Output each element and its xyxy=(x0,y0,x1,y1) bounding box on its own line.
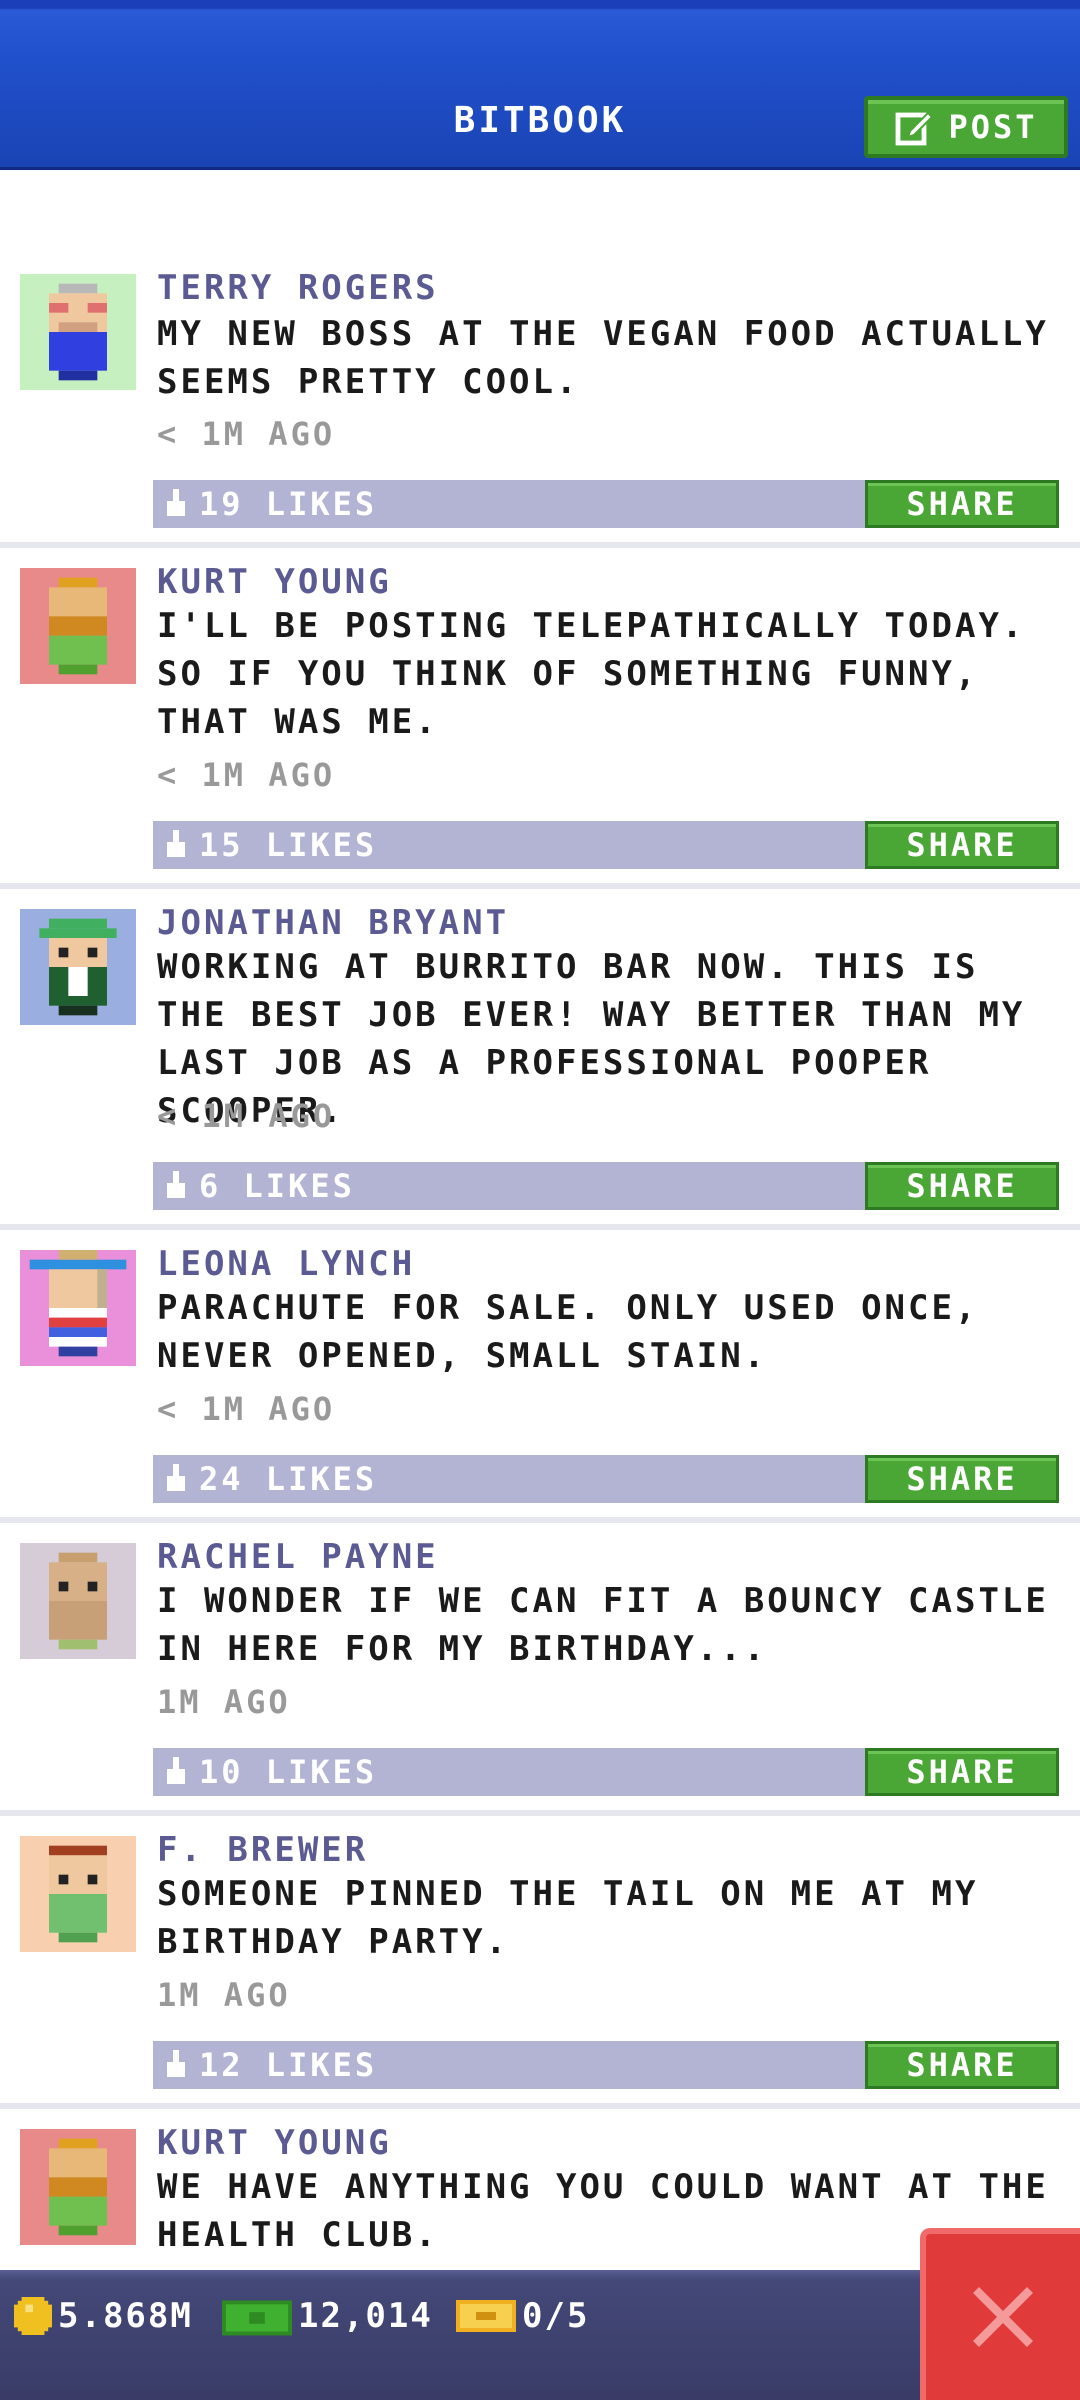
edit-icon xyxy=(896,111,934,146)
close-icon xyxy=(973,2287,1033,2347)
app-header: BITBOOK POST xyxy=(0,0,1080,170)
like-bar[interactable]: 19 LIKES xyxy=(153,480,865,528)
avatar xyxy=(20,909,136,1025)
post-time: 1M AGO xyxy=(157,1683,291,1721)
avatar xyxy=(20,1836,136,1952)
post-text: SOMEONE PINNED THE TAIL ON ME AT MY BIRT… xyxy=(157,1874,979,1962)
avatar xyxy=(20,1250,136,1366)
bux-stat: 12,014 xyxy=(222,2296,433,2336)
like-bar[interactable]: 6 LIKES xyxy=(153,1162,865,1210)
thumbs-up-icon xyxy=(167,489,185,516)
divider xyxy=(0,542,1080,548)
thumbs-up-icon xyxy=(167,1464,185,1491)
post-button-label: POST xyxy=(948,108,1038,146)
divider xyxy=(0,1810,1080,1816)
like-bar[interactable]: 24 LIKES xyxy=(153,1455,865,1503)
post-text: I WONDER IF WE CAN FIT A BOUNCY CASTLE I… xyxy=(157,1581,1049,1669)
share-button[interactable]: SHARE xyxy=(865,1162,1059,1210)
tickets-stat: 0/5 xyxy=(456,2296,589,2336)
thumbs-up-icon xyxy=(167,2050,185,2077)
avatar xyxy=(20,274,136,390)
coins-stat: 5.868M xyxy=(14,2296,193,2336)
like-count: 19 LIKES xyxy=(199,485,378,523)
divider xyxy=(0,883,1080,889)
post-text: MY NEW BOSS AT THE VEGAN FOOD ACTUALLY S… xyxy=(157,314,1049,402)
post-author[interactable]: LEONA LYNCH xyxy=(157,1244,415,1284)
thumbs-up-icon xyxy=(167,1171,185,1198)
divider xyxy=(0,1224,1080,1230)
like-count: 24 LIKES xyxy=(199,1460,378,1498)
ticket-icon xyxy=(456,2300,516,2332)
like-count: 15 LIKES xyxy=(199,826,378,864)
share-button[interactable]: SHARE xyxy=(865,480,1059,528)
post-text: PARACHUTE FOR SALE. ONLY USED ONCE, NEVE… xyxy=(157,1288,979,1376)
feed[interactable]: TERRY ROGERS MY NEW BOSS AT THE VEGAN FO… xyxy=(0,170,1080,2270)
thumbs-up-icon xyxy=(167,830,185,857)
post-author[interactable]: TERRY ROGERS xyxy=(157,268,439,308)
like-count: 10 LIKES xyxy=(199,1753,378,1791)
share-button[interactable]: SHARE xyxy=(865,2041,1059,2089)
post-author[interactable]: RACHEL PAYNE xyxy=(157,1537,439,1577)
post-author[interactable]: KURT YOUNG xyxy=(157,2123,392,2163)
post-time: < 1M AGO xyxy=(157,756,336,794)
like-count: 6 LIKES xyxy=(199,1167,355,1205)
avatar xyxy=(20,568,136,684)
post-button[interactable]: POST xyxy=(864,96,1068,158)
post-text: I'LL BE POSTING TELEPATHICALLY TODAY. SO… xyxy=(157,606,1026,742)
post-time: < 1M AGO xyxy=(157,415,336,453)
post-time: < 1M AGO xyxy=(157,1390,336,1428)
coins-value: 5.868M xyxy=(58,2296,193,2336)
divider xyxy=(0,2103,1080,2109)
post-author[interactable]: F. BREWER xyxy=(157,1830,368,1870)
tickets-value: 0/5 xyxy=(522,2296,590,2336)
like-bar[interactable]: 10 LIKES xyxy=(153,1748,865,1796)
close-button[interactable] xyxy=(920,2228,1080,2400)
like-count: 12 LIKES xyxy=(199,2046,378,2084)
coin-icon xyxy=(14,2297,52,2335)
like-bar[interactable]: 15 LIKES xyxy=(153,821,865,869)
post-author[interactable]: JONATHAN BRYANT xyxy=(157,903,509,943)
divider xyxy=(0,1517,1080,1523)
share-button[interactable]: SHARE xyxy=(865,821,1059,869)
post-time: 1M AGO xyxy=(157,1976,291,2014)
share-button[interactable]: SHARE xyxy=(865,1748,1059,1796)
post-time: < 1M AGO xyxy=(157,1097,336,1135)
avatar xyxy=(20,1543,136,1659)
post-author[interactable]: KURT YOUNG xyxy=(157,562,392,602)
thumbs-up-icon xyxy=(167,1757,185,1784)
like-bar[interactable]: 12 LIKES xyxy=(153,2041,865,2089)
share-button[interactable]: SHARE xyxy=(865,1455,1059,1503)
bux-icon xyxy=(222,2300,292,2336)
bux-value: 12,014 xyxy=(298,2296,433,2336)
avatar xyxy=(20,2129,136,2245)
